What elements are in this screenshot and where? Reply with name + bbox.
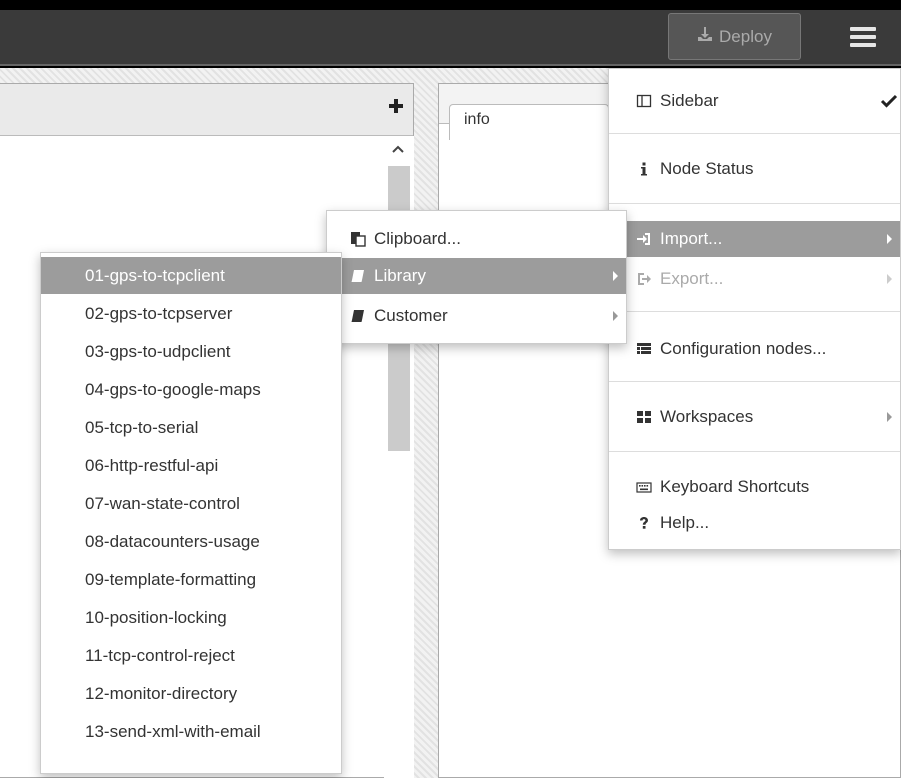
hamburger-icon[interactable]	[850, 27, 876, 47]
library-submenu: 01-gps-to-tcpclient 02-gps-to-tcpserver …	[40, 252, 342, 774]
library-item[interactable]: 08-datacounters-usage	[41, 523, 341, 560]
menu-divider	[609, 451, 900, 452]
library-item[interactable]: 13-send-xml-with-email	[41, 713, 341, 750]
chevron-right-icon	[613, 311, 618, 321]
menu-item-node-status[interactable]: Node Status	[609, 151, 900, 187]
tab-info[interactable]: info	[449, 104, 609, 140]
library-item[interactable]: 09-template-formatting	[41, 561, 341, 598]
table-icon	[635, 340, 653, 358]
menu-item-sidebar[interactable]: Sidebar	[609, 83, 900, 119]
chevron-right-icon	[887, 412, 892, 422]
menu-divider	[609, 381, 900, 382]
book-icon	[349, 267, 367, 285]
menu-item-export[interactable]: Export...	[609, 261, 900, 297]
menu-item-configuration-nodes[interactable]: Configuration nodes...	[609, 331, 900, 367]
library-item[interactable]: 12-monitor-directory	[41, 675, 341, 712]
deploy-button[interactable]: Deploy	[668, 13, 801, 60]
grid-icon	[635, 408, 653, 426]
plus-icon[interactable]	[388, 98, 404, 114]
download-tray-icon	[697, 26, 713, 47]
menu-item-help[interactable]: Help...	[609, 505, 900, 541]
scroll-up-icon[interactable]	[390, 142, 406, 156]
menu-divider	[609, 133, 900, 134]
menu-item-import[interactable]: Import...	[609, 221, 900, 257]
question-icon	[635, 514, 653, 532]
menu-divider	[609, 203, 900, 204]
header: Deploy	[0, 0, 901, 68]
library-item[interactable]: 02-gps-to-tcpserver	[41, 295, 341, 332]
library-item[interactable]: 10-position-locking	[41, 599, 341, 636]
deploy-label: Deploy	[719, 26, 772, 46]
chevron-right-icon	[887, 234, 892, 244]
import-submenu: Clipboard... Library Customer	[326, 210, 627, 344]
menu-divider	[609, 311, 900, 312]
library-item[interactable]: 06-http-restful-api	[41, 447, 341, 484]
clipboard-icon	[349, 230, 367, 248]
book-icon	[349, 307, 367, 325]
menu-item-clipboard[interactable]: Clipboard...	[327, 221, 626, 257]
flow-tab-bar	[0, 84, 413, 136]
columns-icon	[635, 92, 653, 110]
info-icon	[635, 160, 653, 178]
library-item[interactable]: 11-tcp-control-reject	[41, 637, 341, 674]
sign-in-icon	[635, 230, 653, 248]
keyboard-icon	[635, 478, 653, 496]
menu-item-customer[interactable]: Customer	[327, 298, 626, 334]
chevron-right-icon	[613, 271, 618, 281]
library-item[interactable]: 03-gps-to-udpclient	[41, 333, 341, 370]
library-item[interactable]: 05-tcp-to-serial	[41, 409, 341, 446]
library-item[interactable]: 01-gps-to-tcpclient	[41, 257, 341, 294]
chevron-right-icon	[887, 274, 892, 284]
header-bar: Deploy	[0, 10, 901, 66]
library-item[interactable]: 07-wan-state-control	[41, 485, 341, 522]
library-item[interactable]: 04-gps-to-google-maps	[41, 371, 341, 408]
check-icon	[880, 93, 898, 109]
menu-item-workspaces[interactable]: Workspaces	[609, 399, 900, 435]
sign-out-icon	[635, 270, 653, 288]
menu-item-library[interactable]: Library	[327, 258, 626, 294]
menu-item-keyboard-shortcuts[interactable]: Keyboard Shortcuts	[609, 469, 900, 505]
main-menu: Sidebar Node Status Import... Export... …	[608, 68, 901, 550]
